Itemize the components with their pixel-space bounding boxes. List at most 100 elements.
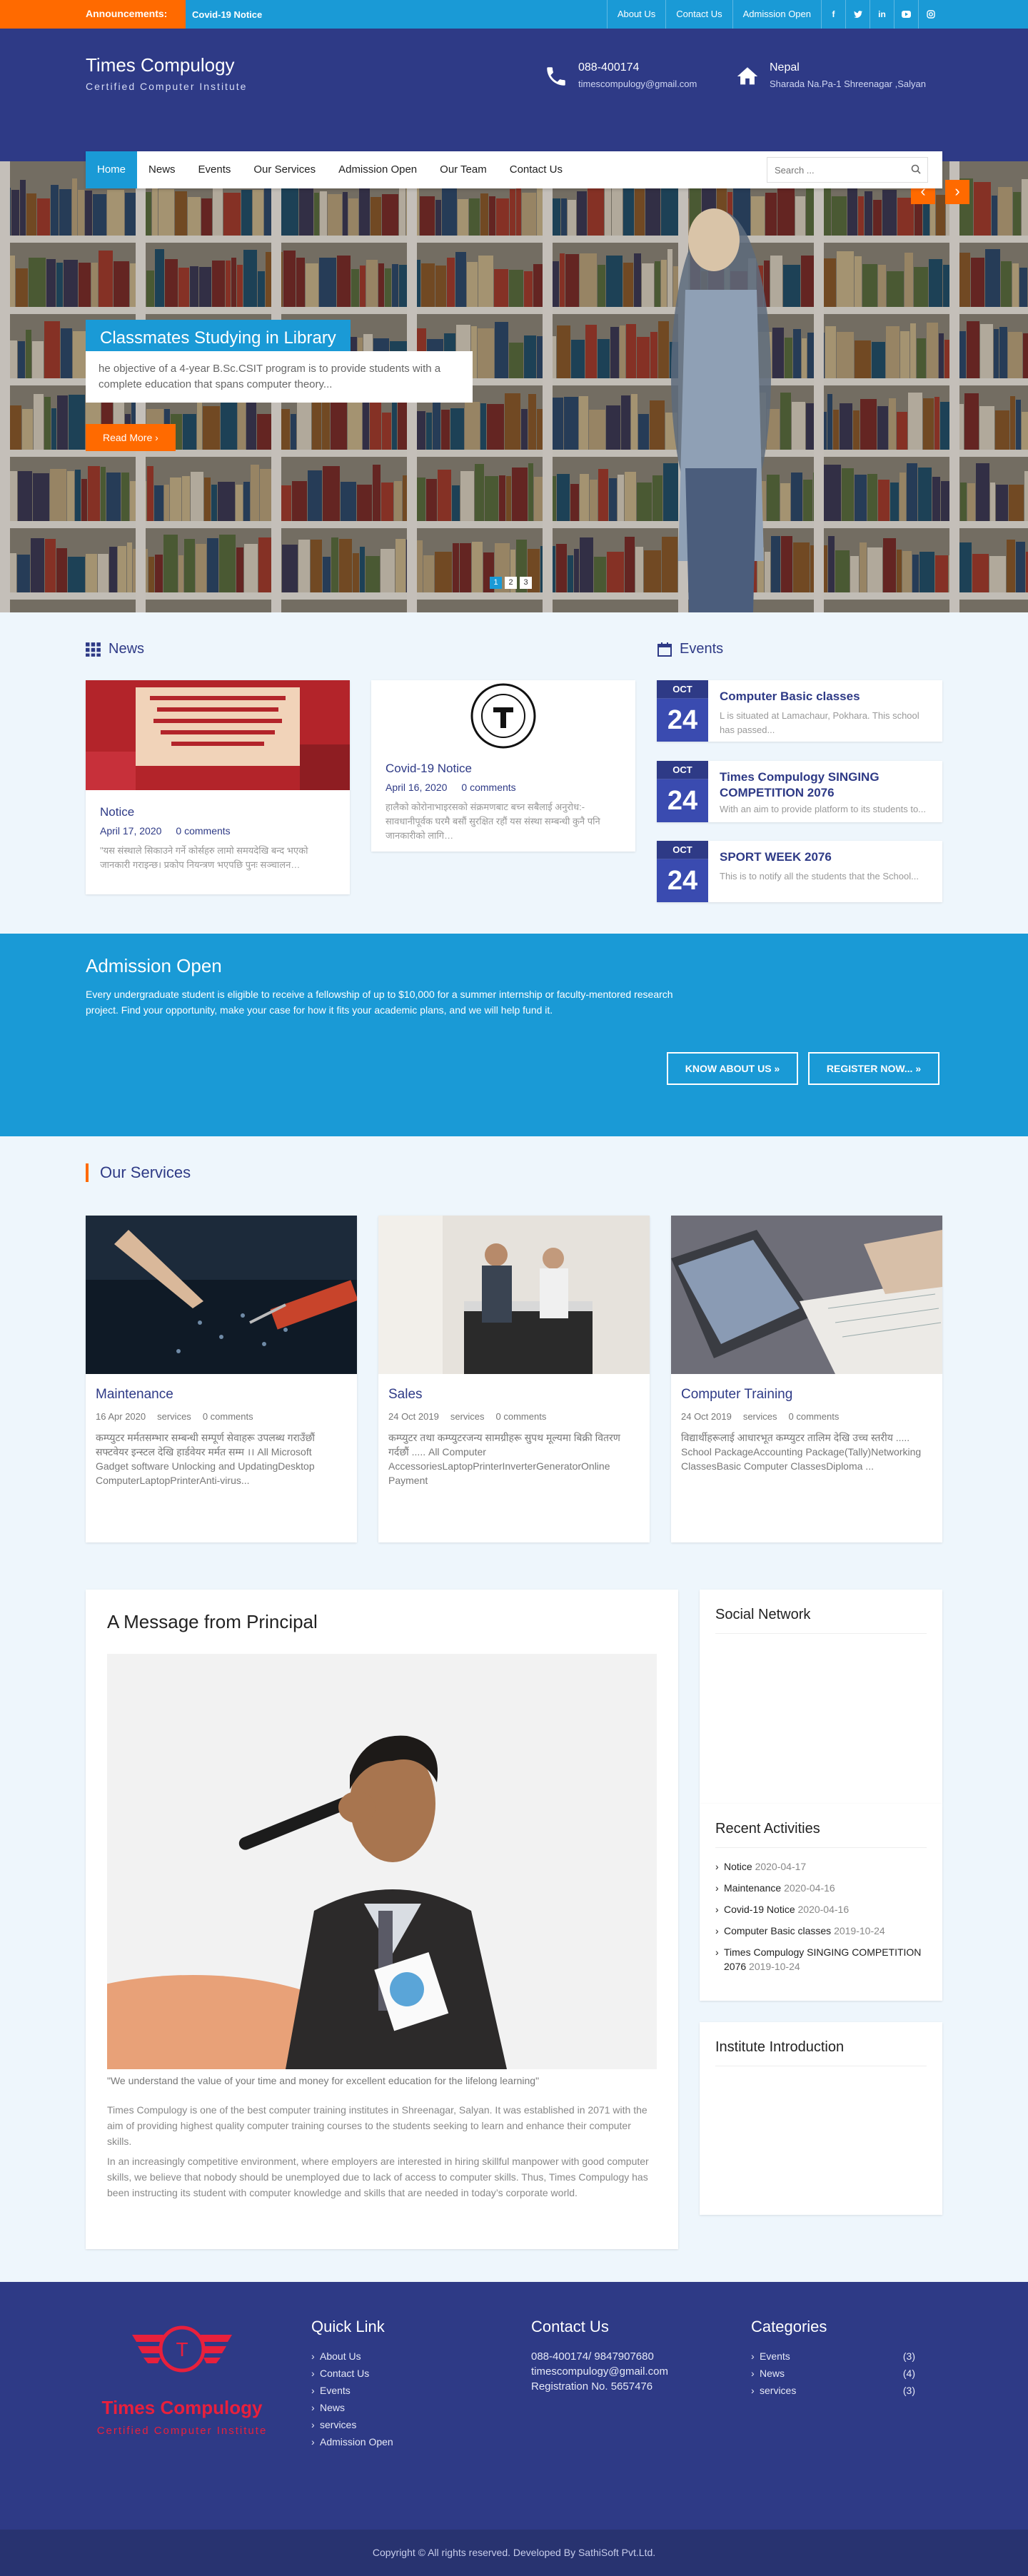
- phone-number[interactable]: 088-400174: [578, 61, 697, 74]
- nav-contact-us[interactable]: Contact Us: [498, 151, 574, 188]
- news-meta: April 17, 2020 0 comments: [100, 825, 336, 837]
- slider-page-1[interactable]: 1: [490, 577, 502, 589]
- recent-item-title[interactable]: Computer Basic classes: [724, 1925, 831, 1936]
- nav-admission-open[interactable]: Admission Open: [327, 151, 428, 188]
- recent-item[interactable]: Computer Basic classes 2019-10-24: [715, 1924, 927, 1938]
- brand[interactable]: Times Compulogy Certified Computer Insti…: [86, 54, 247, 92]
- news-title[interactable]: Covid-19 Notice: [386, 762, 621, 776]
- slider-page-3[interactable]: 3: [520, 577, 532, 589]
- service-card[interactable]: Computer Training 24 Oct 2019 services 0 c…: [671, 1216, 942, 1542]
- event-item[interactable]: OCT 24 Computer Basic classes L is situat…: [657, 680, 942, 742]
- news-logo-image[interactable]: [371, 680, 635, 752]
- category-name[interactable]: News: [760, 2368, 785, 2379]
- service-category[interactable]: services: [450, 1411, 485, 1422]
- computer-training-image[interactable]: [671, 1216, 942, 1374]
- read-more-button[interactable]: Read More ›: [86, 424, 176, 451]
- event-item[interactable]: OCT 24 SPORT WEEK 2076 This is to notify …: [657, 841, 942, 902]
- event-title[interactable]: Times Compulogy SINGING COMPETITION 2076: [720, 769, 935, 801]
- recent-item[interactable]: Maintenance 2020-04-16: [715, 1881, 927, 1895]
- service-category[interactable]: services: [743, 1411, 777, 1422]
- nav-home[interactable]: Home: [86, 151, 138, 188]
- announcement-label: Announcements:: [0, 0, 186, 29]
- event-month: OCT: [657, 680, 708, 699]
- event-title[interactable]: Computer Basic classes: [720, 689, 935, 704]
- slider-page-2[interactable]: 2: [505, 577, 517, 589]
- service-card[interactable]: Maintenance 16 Apr 2020 services 0 comment…: [86, 1216, 357, 1542]
- service-category[interactable]: services: [157, 1411, 191, 1422]
- category-name[interactable]: services: [760, 2385, 796, 2396]
- nav-events[interactable]: Events: [187, 151, 243, 188]
- know-about-us-button[interactable]: KNOW ABOUT US »: [667, 1052, 798, 1085]
- event-text: With an aim to provide platform to its s…: [720, 804, 927, 814]
- service-card[interactable]: Sales 24 Oct 2019 services 0 comments कम्प…: [378, 1216, 650, 1542]
- phone-icon: [547, 67, 565, 86]
- hero-slider[interactable]: Classmates Studying in Library he object…: [0, 161, 1028, 612]
- recent-item-date: 2020-04-16: [784, 1882, 835, 1894]
- recent-item-title[interactable]: Notice: [724, 1861, 752, 1872]
- quick-link-about[interactable]: About Us: [311, 2350, 393, 2362]
- news-heading-text: News: [109, 641, 145, 657]
- nav-news[interactable]: News: [137, 151, 187, 188]
- youtube-icon[interactable]: [894, 0, 918, 29]
- service-comments[interactable]: 0 comments: [496, 1411, 547, 1422]
- instagram-icon[interactable]: [918, 0, 942, 29]
- nav-our-team[interactable]: Our Team: [428, 151, 498, 188]
- sales-image[interactable]: [378, 1216, 650, 1374]
- slider-next-button[interactable]: ›: [945, 180, 969, 204]
- location-title: Nepal: [770, 61, 800, 74]
- event-title[interactable]: SPORT WEEK 2076: [720, 849, 935, 865]
- footer-logo-emblem: T: [132, 2325, 232, 2373]
- copyright-bar: Copyright © All rights reserved. Develop…: [0, 2530, 1028, 2576]
- top-link-about[interactable]: About Us: [606, 0, 665, 29]
- recent-item-title[interactable]: Maintenance: [724, 1882, 781, 1894]
- email-address[interactable]: timescompulogy@gmail.com: [578, 79, 697, 89]
- quick-link-contact[interactable]: Contact Us: [311, 2368, 393, 2379]
- category-item[interactable]: News (4): [751, 2368, 915, 2379]
- category-count: (4): [902, 2368, 915, 2379]
- quick-link-services[interactable]: services: [311, 2419, 393, 2430]
- recent-activities-heading: Recent Activities: [715, 1821, 927, 1848]
- service-title[interactable]: Sales: [388, 1387, 640, 1403]
- service-title[interactable]: Maintenance: [96, 1387, 347, 1403]
- category-item[interactable]: Events (3): [751, 2350, 915, 2362]
- search-input[interactable]: [767, 157, 928, 183]
- top-link-admission[interactable]: Admission Open: [732, 0, 821, 29]
- category-name[interactable]: Events: [760, 2350, 790, 2362]
- recent-item-title[interactable]: Covid-19 Notice: [724, 1904, 795, 1915]
- news-card[interactable]: Covid-19 Notice April 16, 2020 0 comments…: [371, 680, 635, 852]
- announcement-ticker[interactable]: Covid-19 Notice: [186, 0, 262, 29]
- service-comments[interactable]: 0 comments: [203, 1411, 253, 1422]
- register-now-button[interactable]: REGISTER NOW... »: [808, 1052, 939, 1085]
- top-link-contact[interactable]: Contact Us: [665, 0, 732, 29]
- search-icon[interactable]: [911, 164, 921, 174]
- news-notice-image[interactable]: [86, 680, 350, 790]
- quick-link-events[interactable]: Events: [311, 2385, 393, 2396]
- service-title[interactable]: Computer Training: [681, 1387, 932, 1403]
- news-comments[interactable]: 0 comments: [461, 782, 515, 793]
- facebook-icon[interactable]: f: [821, 0, 845, 29]
- service-meta: 24 Oct 2019 services 0 comments: [388, 1411, 640, 1422]
- event-item[interactable]: OCT 24 Times Compulogy SINGING COMPETITIO…: [657, 761, 942, 822]
- principal-paragraph: In an increasingly competitive environme…: [107, 2156, 649, 2198]
- nav-our-services[interactable]: Our Services: [242, 151, 327, 188]
- recent-item[interactable]: Covid-19 Notice 2020-04-16: [715, 1902, 927, 1916]
- site-title[interactable]: Times Compulogy: [86, 54, 247, 76]
- twitter-icon[interactable]: [845, 0, 870, 29]
- news-card[interactable]: Notice April 17, 2020 0 comments "यस संस्…: [86, 680, 350, 894]
- category-count: (3): [902, 2385, 915, 2396]
- footer-email[interactable]: timescompulogy@gmail.com: [531, 2365, 668, 2378]
- footer-logo[interactable]: T Times Compulogy Certified Computer Ins…: [93, 2310, 271, 2437]
- quick-link-news[interactable]: News: [311, 2402, 393, 2413]
- recent-item[interactable]: Times Compulogy SINGING COMPETITION 2076…: [715, 1945, 927, 1974]
- recent-item[interactable]: Notice 2020-04-17: [715, 1859, 927, 1874]
- service-comments[interactable]: 0 comments: [789, 1411, 840, 1422]
- news-comments[interactable]: 0 comments: [176, 825, 230, 837]
- news-title[interactable]: Notice: [100, 805, 336, 819]
- quick-link-admission[interactable]: Admission Open: [311, 2436, 393, 2448]
- maintenance-image[interactable]: [86, 1216, 357, 1374]
- service-date: 24 Oct 2019: [388, 1411, 439, 1422]
- recent-activities-widget: Recent Activities Notice 2020-04-17 Main…: [700, 1804, 942, 2001]
- category-item[interactable]: services (3): [751, 2385, 915, 2396]
- footer-phone[interactable]: 088-400174/ 9847907680: [531, 2350, 668, 2363]
- linkedin-icon[interactable]: in: [870, 0, 894, 29]
